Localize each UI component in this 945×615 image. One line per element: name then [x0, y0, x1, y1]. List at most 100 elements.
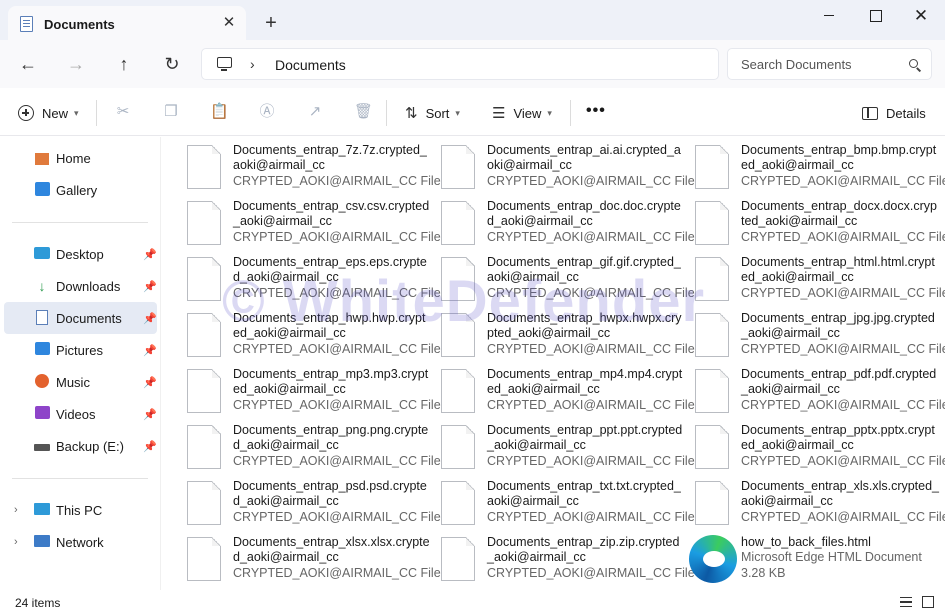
chevron-right-icon[interactable]: ›: [250, 56, 255, 72]
sidebar-item-label: Downloads: [56, 278, 121, 294]
details-button[interactable]: Details: [862, 104, 926, 122]
file-type: CRYPTED_AOKI@AIRMAIL_CC File: [487, 342, 695, 356]
file-item[interactable]: Documents_entrap_gif.gif.crypted_aoki@ai…: [441, 255, 695, 307]
minimize-button[interactable]: [814, 6, 844, 26]
file-name: Documents_entrap_mp4.mp4.crypted_aoki@ai…: [487, 367, 683, 396]
status-bar: 24 items: [0, 590, 945, 615]
sidebar-item-label: Music: [56, 374, 90, 390]
file-name: Documents_entrap_hwpx.hwpx.crypted_aoki@…: [487, 311, 682, 340]
tab-close-icon[interactable]: ✕: [219, 13, 239, 33]
pictures-icon: [34, 342, 50, 358]
sidebar-item-pictures[interactable]: Pictures 📌: [4, 334, 157, 366]
file-item[interactable]: Documents_entrap_ai.ai.crypted_aoki@airm…: [441, 143, 695, 195]
sidebar-item-label: Backup (E:): [56, 438, 124, 454]
file-item[interactable]: Documents_entrap_jpg.jpg.crypted_aoki@ai…: [695, 311, 945, 363]
sidebar-item-network[interactable]: › Network: [4, 526, 157, 558]
pin-icon[interactable]: 📌: [143, 280, 157, 293]
sort-button[interactable]: ⇅ Sort ▾: [405, 104, 460, 122]
chevron-right-icon[interactable]: ›: [14, 536, 18, 548]
pin-icon[interactable]: 📌: [143, 408, 157, 421]
file-type: CRYPTED_AOKI@AIRMAIL_CC File: [741, 286, 945, 300]
file-item[interactable]: Documents_entrap_doc.doc.crypted_aoki@ai…: [441, 199, 695, 251]
sidebar-item-gallery[interactable]: Gallery: [4, 174, 157, 206]
file-item[interactable]: Documents_entrap_csv.csv.crypted_aoki@ai…: [187, 199, 441, 251]
file-name: Documents_entrap_doc.doc.crypted_aoki@ai…: [487, 199, 681, 228]
file-type: CRYPTED_AOKI@AIRMAIL_CC File: [233, 566, 441, 580]
sidebar-item-documents[interactable]: Documents 📌: [4, 302, 157, 334]
file-item[interactable]: Documents_entrap_eps.eps.crypted_aoki@ai…: [187, 255, 441, 307]
paste-icon[interactable]: 📋: [210, 103, 229, 121]
up-button[interactable]: ↑: [112, 52, 136, 76]
sidebar-item-backup[interactable]: Backup (E:) 📌: [4, 430, 157, 462]
chevron-right-icon[interactable]: ›: [14, 504, 18, 516]
new-tab-button[interactable]: +: [260, 12, 282, 34]
search-icon[interactable]: [909, 59, 918, 68]
file-type: CRYPTED_AOKI@AIRMAIL_CC File: [233, 174, 441, 188]
sidebar-item-videos[interactable]: Videos 📌: [4, 398, 157, 430]
file-item[interactable]: Documents_entrap_png.png.crypted_aoki@ai…: [187, 423, 441, 475]
back-button[interactable]: ←: [16, 52, 40, 76]
file-icon: [441, 369, 475, 413]
tiles-view-icon[interactable]: [922, 596, 934, 608]
maximize-button[interactable]: [860, 6, 890, 26]
file-item[interactable]: Documents_entrap_hwpx.hwpx.crypted_aoki@…: [441, 311, 695, 363]
pin-icon[interactable]: 📌: [143, 376, 157, 389]
breadcrumb-documents[interactable]: Documents: [275, 57, 346, 73]
more-options-button[interactable]: •••: [586, 102, 606, 120]
new-button[interactable]: New ▾: [18, 104, 79, 122]
file-item[interactable]: Documents_entrap_pptx.pptx.crypted_aoki@…: [695, 423, 945, 475]
file-item[interactable]: Documents_entrap_html.html.crypted_aoki@…: [695, 255, 945, 307]
tab-documents[interactable]: Documents ✕: [8, 6, 246, 40]
file-name: Documents_entrap_jpg.jpg.crypted_aoki@ai…: [741, 311, 935, 340]
file-item[interactable]: Documents_entrap_txt.txt.crypted_aoki@ai…: [441, 479, 695, 531]
file-name: Documents_entrap_eps.eps.crypted_aoki@ai…: [233, 255, 427, 284]
close-button[interactable]: ✕: [906, 6, 936, 26]
sidebar-item-desktop[interactable]: Desktop 📌: [4, 238, 157, 270]
pin-icon[interactable]: 📌: [143, 344, 157, 357]
pin-icon[interactable]: 📌: [143, 248, 157, 261]
file-icon: [187, 257, 221, 301]
pin-icon[interactable]: 📌: [143, 312, 157, 325]
forward-button[interactable]: →: [64, 52, 88, 76]
chevron-down-icon: ▾: [74, 107, 79, 118]
delete-icon[interactable]: 🗑: [354, 103, 373, 121]
rename-icon[interactable]: Ⓐ: [258, 103, 276, 121]
sidebar-item-downloads[interactable]: ↓ Downloads 📌: [4, 270, 157, 302]
file-item[interactable]: Documents_entrap_hwp.hwp.crypted_aoki@ai…: [187, 311, 441, 363]
file-icon: [187, 313, 221, 357]
file-type: CRYPTED_AOKI@AIRMAIL_CC File: [233, 230, 441, 244]
file-item-ransom-note[interactable]: how_to_back_files.html Microsoft Edge HT…: [689, 535, 945, 587]
cut-icon[interactable]: ✂: [114, 103, 132, 121]
this-pc-icon: [34, 502, 50, 518]
sidebar-item-label: Pictures: [56, 342, 103, 358]
pin-icon[interactable]: 📌: [143, 440, 157, 453]
sidebar-item-label: Desktop: [56, 246, 104, 262]
file-name: Documents_entrap_bmp.bmp.crypted_aoki@ai…: [741, 143, 937, 172]
details-view-icon[interactable]: [900, 597, 912, 607]
share-icon[interactable]: ↗: [306, 103, 324, 121]
address-bar[interactable]: › Documents: [201, 48, 719, 80]
sidebar-item-home[interactable]: Home: [4, 142, 157, 174]
file-item[interactable]: Documents_entrap_xls.xls.crypted_aoki@ai…: [695, 479, 945, 531]
desktop-icon: [34, 246, 50, 262]
view-button[interactable]: ☰ View ▾: [492, 104, 552, 122]
document-icon: [20, 16, 33, 32]
file-item[interactable]: Documents_entrap_mp3.mp3.crypted_aoki@ai…: [187, 367, 441, 419]
download-icon: ↓: [38, 278, 46, 294]
file-item[interactable]: Documents_entrap_pdf.pdf.crypted_aoki@ai…: [695, 367, 945, 419]
file-item[interactable]: Documents_entrap_xlsx.xlsx.crypted_aoki@…: [187, 535, 441, 587]
search-input[interactable]: Search Documents: [727, 48, 932, 80]
file-item[interactable]: Documents_entrap_ppt.ppt.crypted_aoki@ai…: [441, 423, 695, 475]
file-icon: [695, 145, 729, 189]
file-item[interactable]: Documents_entrap_zip.zip.crypted_aoki@ai…: [441, 535, 695, 587]
divider: [12, 222, 148, 223]
file-item[interactable]: Documents_entrap_psd.psd.crypted_aoki@ai…: [187, 479, 441, 531]
file-item[interactable]: Documents_entrap_bmp.bmp.crypted_aoki@ai…: [695, 143, 945, 195]
file-item[interactable]: Documents_entrap_mp4.mp4.crypted_aoki@ai…: [441, 367, 695, 419]
refresh-button[interactable]: ↻: [160, 52, 184, 76]
sidebar-item-this-pc[interactable]: › This PC: [4, 494, 157, 526]
copy-icon[interactable]: ❐: [162, 103, 180, 121]
file-item[interactable]: Documents_entrap_docx.docx.crypted_aoki@…: [695, 199, 945, 251]
file-item[interactable]: Documents_entrap_7z.7z.crypted_aoki@airm…: [187, 143, 441, 195]
sidebar-item-music[interactable]: Music 📌: [4, 366, 157, 398]
